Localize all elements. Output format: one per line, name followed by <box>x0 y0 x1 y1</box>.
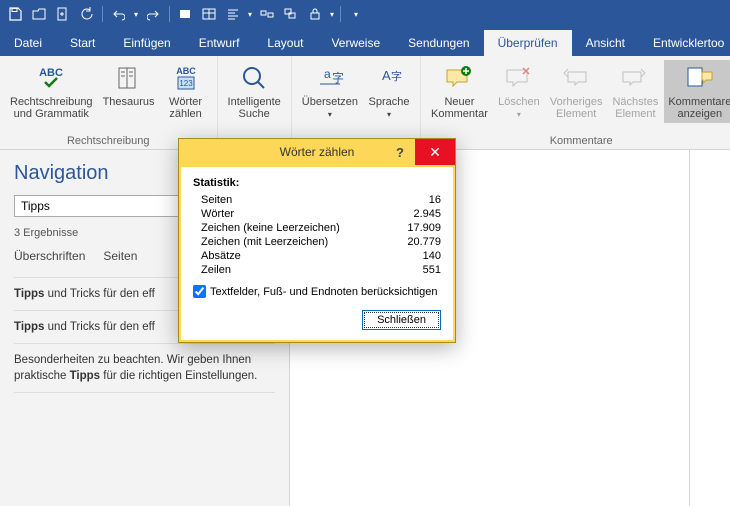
translate-label: Übersetzen▾ <box>302 96 358 121</box>
tab-sendungen[interactable]: Sendungen <box>394 30 483 56</box>
group-title-kommentare: Kommentare <box>427 134 730 147</box>
quick-access-toolbar: ▾ ▾ ▾ ▾ <box>0 0 730 28</box>
word-count-icon: ABC 123 <box>170 62 202 94</box>
close-button[interactable]: Schließen <box>362 310 441 330</box>
save-icon[interactable] <box>4 3 26 25</box>
language-button[interactable]: A字 Sprache▾ <box>364 60 414 123</box>
word-count-label: Wörter zählen <box>169 96 202 120</box>
language-label: Sprache▾ <box>369 96 410 121</box>
spelling-grammar-button[interactable]: ABC Rechtschreibung und Grammatik <box>6 60 97 122</box>
dialog-titlebar[interactable]: Wörter zählen ? ✕ <box>179 139 455 165</box>
show-comments-label: Kommentare anzeigen <box>668 96 730 120</box>
tab-ueberpruefen[interactable]: Überprüfen <box>484 30 572 56</box>
svg-text:ABC: ABC <box>39 67 63 79</box>
spelling-label: Rechtschreibung und Grammatik <box>10 96 93 120</box>
shape-icon[interactable] <box>174 3 196 25</box>
checkbox-label: Textfelder, Fuß- und Endnoten berücksich… <box>210 286 437 298</box>
prev-comment-label: Vorheriges Element <box>550 96 603 120</box>
menu-tabs: Datei Start Einfügen Entwurf Layout Verw… <box>0 28 730 56</box>
tab-ansicht[interactable]: Ansicht <box>572 30 639 56</box>
align-icon[interactable] <box>222 3 244 25</box>
dialog-title-text: Wörter zählen <box>280 145 355 159</box>
include-textboxes-checkbox[interactable]: Textfelder, Fuß- und Endnoten berücksich… <box>193 285 441 298</box>
thesaurus-label: Thesaurus <box>103 96 155 108</box>
qat-dropdown-1[interactable]: ▾ <box>246 3 254 25</box>
prev-comment-icon <box>560 62 592 94</box>
svg-text:字: 字 <box>391 69 402 83</box>
word-count-dialog: Wörter zählen ? ✕ Statistik: Seiten16 Wö… <box>178 138 456 343</box>
customize-qat-icon[interactable]: ▾ <box>345 3 367 25</box>
open-icon[interactable] <box>28 3 50 25</box>
stat-row: Zeichen (mit Leerzeichen)20.779 <box>193 235 441 249</box>
tab-entwicklertools[interactable]: Entwicklertoo <box>639 30 730 56</box>
subtab-headings[interactable]: Überschriften <box>14 249 85 263</box>
table-icon[interactable] <box>198 3 220 25</box>
thesaurus-button[interactable]: Thesaurus <box>99 60 159 122</box>
subtab-pages[interactable]: Seiten <box>103 249 137 263</box>
stat-row: Wörter2.945 <box>193 207 441 221</box>
svg-text:ABC: ABC <box>176 66 196 76</box>
checkbox-input[interactable] <box>193 285 206 298</box>
new-comment-label: Neuer Kommentar <box>431 96 488 120</box>
smart-lookup-button[interactable]: Intelligente Suche <box>224 60 285 122</box>
tab-start[interactable]: Start <box>56 30 109 56</box>
list-item[interactable]: Besonderheiten zu beachten. Wir geben Ih… <box>14 343 275 393</box>
help-icon[interactable]: ? <box>385 139 415 165</box>
next-comment-button: Nächstes Element <box>608 60 662 123</box>
tab-layout[interactable]: Layout <box>253 30 317 56</box>
next-comment-icon <box>619 62 651 94</box>
stat-row: Absätze140 <box>193 249 441 263</box>
ribbon: ABC Rechtschreibung und Grammatik Thesau… <box>0 56 730 150</box>
svg-text:123: 123 <box>179 79 193 88</box>
svg-text:字: 字 <box>332 70 344 85</box>
stat-row: Seiten16 <box>193 193 441 207</box>
group-icon[interactable] <box>280 3 302 25</box>
delete-comment-icon <box>503 62 535 94</box>
language-icon: A字 <box>373 62 405 94</box>
undo-dropdown-icon[interactable]: ▾ <box>131 3 141 25</box>
translate-button[interactable]: a字 Übersetzen▾ <box>298 60 362 123</box>
close-icon[interactable]: ✕ <box>415 139 455 165</box>
stat-row: Zeilen551 <box>193 263 441 277</box>
smart-lookup-label: Intelligente Suche <box>228 96 281 120</box>
ribbon-group-rechtschreibung: ABC Rechtschreibung und Grammatik Thesau… <box>0 56 218 149</box>
stat-row: Zeichen (keine Leerzeichen)17.909 <box>193 221 441 235</box>
qat-dropdown-2[interactable]: ▾ <box>328 3 336 25</box>
prev-comment-button: Vorheriges Element <box>546 60 607 123</box>
next-comment-label: Nächstes Element <box>612 96 658 120</box>
tab-einfuegen[interactable]: Einfügen <box>109 30 184 56</box>
ribbon-group-suche: Intelligente Suche <box>218 56 292 149</box>
new-comment-icon <box>443 62 475 94</box>
translate-icon: a字 <box>314 62 346 94</box>
search-icon <box>238 62 270 94</box>
lock-icon[interactable] <box>304 3 326 25</box>
svg-text:A: A <box>382 68 391 83</box>
undo-icon[interactable] <box>107 3 129 25</box>
statistics-heading: Statistik: <box>193 177 441 189</box>
new-comment-button[interactable]: Neuer Kommentar <box>427 60 492 123</box>
ribbon-group-kommentare: Neuer Kommentar Löschen▾ Vorheriges Elem… <box>421 56 730 149</box>
refresh-icon[interactable] <box>76 3 98 25</box>
svg-text:a: a <box>324 67 331 81</box>
page-edge <box>689 150 690 506</box>
tab-verweise[interactable]: Verweise <box>317 30 394 56</box>
ribbon-group-sprache: a字 Übersetzen▾ A字 Sprache▾ <box>292 56 421 149</box>
thesaurus-icon <box>113 62 145 94</box>
redo-icon[interactable] <box>143 3 165 25</box>
delete-comment-label: Löschen▾ <box>498 96 540 121</box>
tab-entwurf[interactable]: Entwurf <box>185 30 254 56</box>
link-icon[interactable] <box>256 3 278 25</box>
show-comments-button[interactable]: Kommentare anzeigen <box>664 60 730 123</box>
spelling-icon: ABC <box>35 62 67 94</box>
tab-datei[interactable]: Datei <box>0 30 56 56</box>
delete-comment-button: Löschen▾ <box>494 60 544 123</box>
word-count-button[interactable]: ABC 123 Wörter zählen <box>161 60 211 122</box>
show-comments-icon <box>684 62 716 94</box>
new-icon[interactable] <box>52 3 74 25</box>
